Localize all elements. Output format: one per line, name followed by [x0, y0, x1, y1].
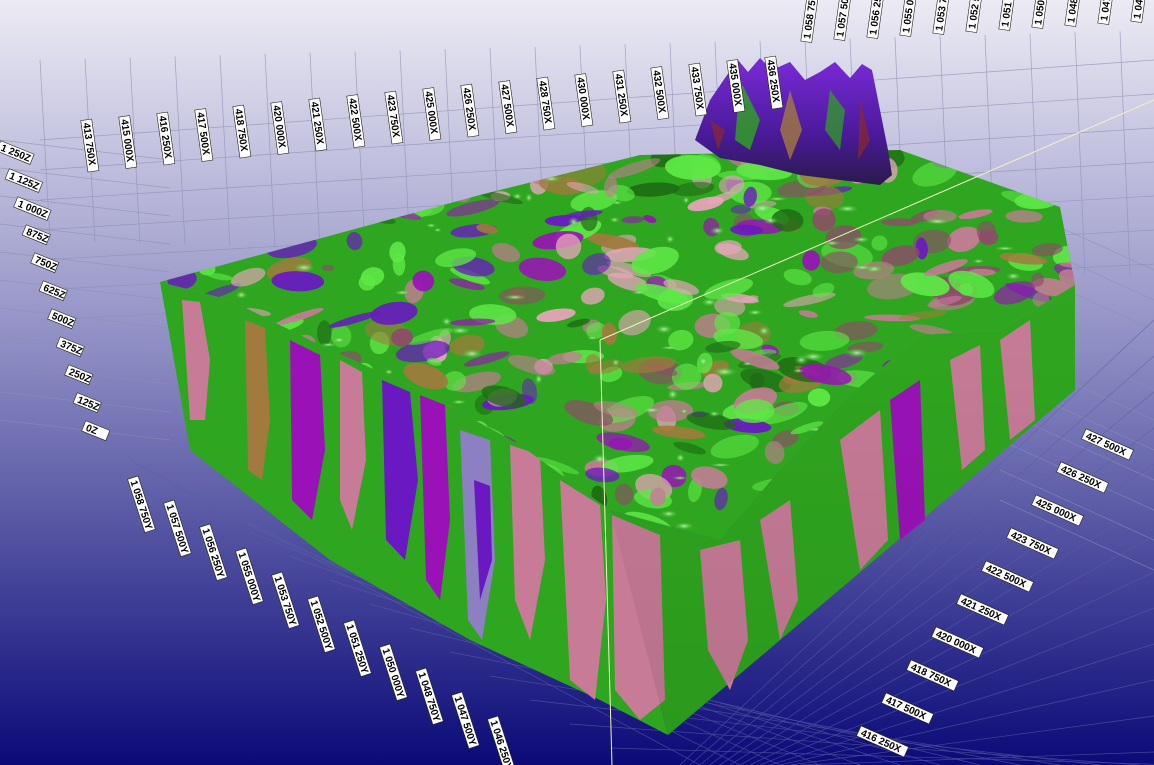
3d-viewport[interactable]: 413 750X 415 000X 416 250X 417 500X 418 750X…: [0, 0, 1154, 765]
geology-3d-scene[interactable]: 413 750X 415 000X 416 250X 417 500X 418 750X…: [0, 0, 1154, 765]
